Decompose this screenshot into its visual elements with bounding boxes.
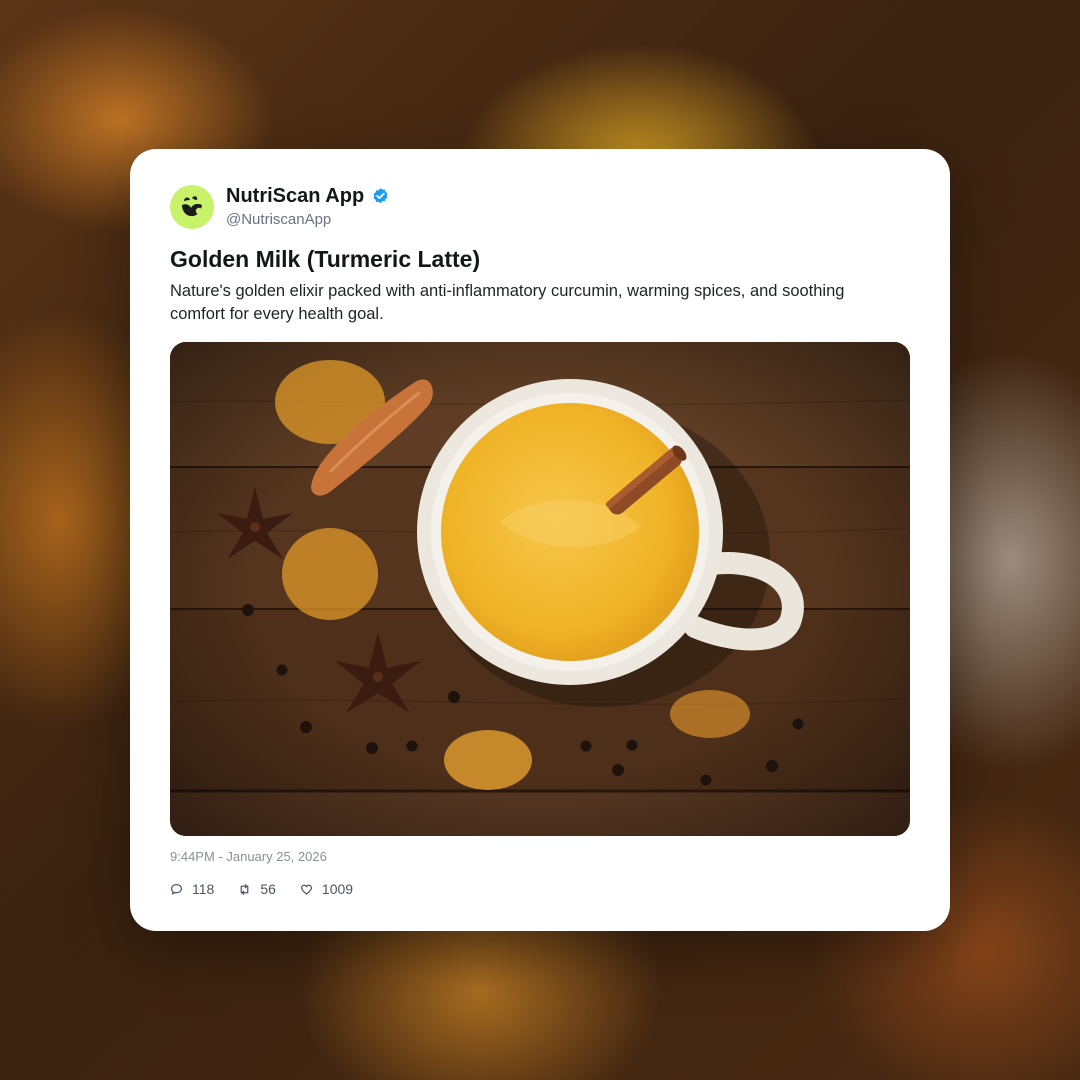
avatar[interactable] <box>170 185 214 229</box>
post-text: Nature's golden elixir packed with anti-… <box>170 282 845 323</box>
repost-count: 56 <box>260 881 276 897</box>
engagement-bar: 118 56 1009 <box>170 881 353 897</box>
post-timestamp[interactable]: 9:44PM - January 25, 2026 <box>170 849 327 864</box>
display-name[interactable]: NutriScan App <box>226 185 390 208</box>
post-card: NutriScan App @NutriscanApp Golden Milk … <box>130 149 950 931</box>
like-count: 1009 <box>321 881 354 897</box>
comment-icon <box>171 883 182 895</box>
repost-button[interactable]: 56 <box>238 881 276 897</box>
user-handle[interactable]: @NutriscanApp <box>226 211 331 228</box>
reply-count: 118 <box>192 881 215 897</box>
leaf-logo-icon <box>182 196 203 217</box>
reply-button[interactable]: 118 <box>170 881 214 897</box>
repost-icon <box>240 883 249 895</box>
post-image[interactable] <box>170 342 910 836</box>
display-name-text[interactable]: NutriScan App <box>226 185 364 208</box>
post-title: Golden Milk (Turmeric Latte) <box>170 246 481 272</box>
like-button[interactable]: 1009 <box>300 881 353 897</box>
heart-icon <box>300 884 312 895</box>
golden-milk-photo <box>170 342 910 836</box>
verified-badge-icon <box>373 188 388 204</box>
